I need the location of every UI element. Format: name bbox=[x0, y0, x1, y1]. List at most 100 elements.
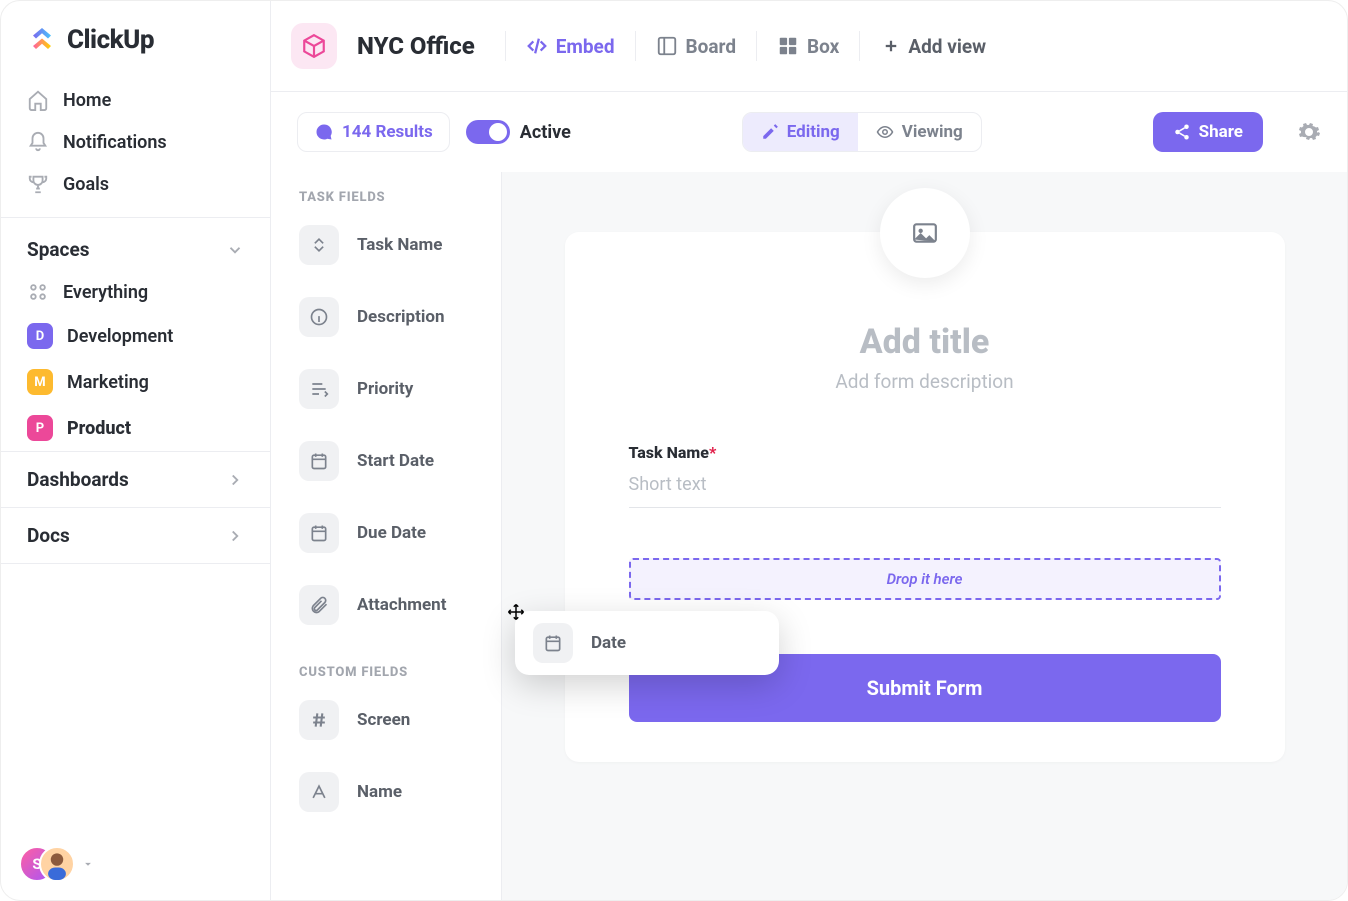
dragging-field-chip[interactable]: Date bbox=[515, 611, 779, 675]
space-badge: M bbox=[27, 369, 53, 395]
space-development[interactable]: D Development bbox=[13, 313, 258, 359]
mode-viewing-label: Viewing bbox=[902, 122, 963, 142]
pencil-icon bbox=[761, 123, 779, 141]
active-toggle[interactable]: Active bbox=[466, 120, 571, 144]
nav-dashboards[interactable]: Dashboards bbox=[1, 451, 270, 507]
field-start-date[interactable]: Start Date bbox=[295, 433, 493, 505]
field-label: Priority bbox=[357, 379, 413, 399]
brand[interactable]: ClickUp bbox=[1, 1, 270, 73]
info-icon bbox=[309, 307, 329, 327]
chevron-right-icon bbox=[226, 527, 244, 545]
space-marketing[interactable]: M Marketing bbox=[13, 359, 258, 405]
chat-icon bbox=[314, 122, 334, 142]
mode-editing-label: Editing bbox=[787, 122, 840, 142]
space-everything[interactable]: Everything bbox=[13, 271, 258, 313]
field-label: Name bbox=[357, 782, 402, 802]
task-fields-title: TASK FIELDS bbox=[295, 184, 493, 217]
field-name[interactable]: Name bbox=[295, 764, 493, 836]
results-button[interactable]: 144 Results bbox=[297, 112, 450, 152]
spaces-label: Spaces bbox=[27, 238, 89, 261]
view-embed-label: Embed bbox=[556, 35, 615, 58]
toolbar: 144 Results Active Editing Viewing Share bbox=[271, 92, 1347, 172]
field-priority[interactable]: Priority bbox=[295, 361, 493, 433]
active-label: Active bbox=[520, 122, 571, 143]
text-icon bbox=[309, 782, 329, 802]
brand-name: ClickUp bbox=[67, 25, 154, 55]
clickup-logo-icon bbox=[27, 25, 57, 55]
gear-icon[interactable] bbox=[1297, 120, 1321, 144]
field-label: Attachment bbox=[357, 595, 446, 615]
form-description-input[interactable]: Add form description bbox=[629, 370, 1221, 393]
board-icon bbox=[656, 35, 678, 57]
caret-down-icon bbox=[81, 857, 95, 871]
form-card: Add title Add form description Task Name… bbox=[565, 232, 1285, 762]
image-icon bbox=[910, 220, 940, 246]
home-icon bbox=[27, 89, 49, 111]
field-description[interactable]: Description bbox=[295, 289, 493, 361]
field-label: Start Date bbox=[357, 451, 434, 471]
nav-home-label: Home bbox=[63, 90, 111, 111]
page-title: NYC Office bbox=[357, 32, 475, 60]
space-badge: P bbox=[27, 415, 53, 441]
view-board[interactable]: Board bbox=[654, 33, 739, 60]
form-canvas: Add title Add form description Task Name… bbox=[501, 172, 1347, 900]
user-menu[interactable]: S bbox=[1, 828, 270, 900]
share-label: Share bbox=[1199, 122, 1243, 142]
field-due-date[interactable]: Due Date bbox=[295, 505, 493, 577]
space-everything-label: Everything bbox=[63, 282, 148, 303]
embed-icon bbox=[526, 35, 548, 57]
field-screen[interactable]: Screen bbox=[295, 692, 493, 764]
space-label: Marketing bbox=[67, 372, 149, 393]
nav-notifications[interactable]: Notifications bbox=[13, 121, 258, 163]
mode-editing[interactable]: Editing bbox=[743, 113, 858, 151]
form-image-button[interactable] bbox=[880, 188, 970, 278]
space-badge: D bbox=[27, 323, 53, 349]
nav-goals-label: Goals bbox=[63, 174, 109, 195]
paperclip-icon bbox=[309, 595, 329, 615]
space-product[interactable]: P Product bbox=[13, 405, 258, 451]
main: NYC Office Embed Board Box Add view bbox=[271, 1, 1347, 900]
hash-icon bbox=[309, 710, 329, 730]
space-label: Product bbox=[67, 418, 131, 439]
priority-icon bbox=[309, 379, 329, 399]
form-field-label: Task Name* bbox=[629, 443, 1221, 462]
add-view-label: Add view bbox=[908, 35, 986, 58]
avatar bbox=[39, 846, 75, 882]
top-bar: NYC Office Embed Board Box Add view bbox=[271, 1, 1347, 92]
calendar-icon bbox=[309, 523, 329, 543]
box-icon bbox=[777, 35, 799, 57]
calendar-icon bbox=[309, 451, 329, 471]
form-title-input[interactable]: Add title bbox=[629, 322, 1221, 362]
view-embed[interactable]: Embed bbox=[524, 33, 617, 60]
nav-dashboards-label: Dashboards bbox=[27, 468, 129, 491]
mode-viewing[interactable]: Viewing bbox=[858, 113, 981, 151]
everything-icon bbox=[27, 281, 49, 303]
field-label: Description bbox=[357, 307, 444, 327]
eye-icon bbox=[876, 123, 894, 141]
fields-panel: TASK FIELDS Task Name Description Priori… bbox=[271, 172, 501, 900]
form-field-input[interactable]: Short text bbox=[629, 462, 1221, 508]
add-view-button[interactable]: Add view bbox=[882, 35, 986, 58]
nav-home[interactable]: Home bbox=[13, 79, 258, 121]
nav-notifications-label: Notifications bbox=[63, 132, 167, 153]
dragging-field-label: Date bbox=[591, 633, 626, 653]
drop-zone[interactable]: Drop it here bbox=[629, 558, 1221, 600]
switch-icon bbox=[466, 120, 510, 144]
view-box[interactable]: Box bbox=[775, 33, 841, 60]
share-button[interactable]: Share bbox=[1153, 112, 1263, 152]
sidebar: ClickUp Home Notifications Goals Spaces bbox=[1, 1, 271, 900]
calendar-icon bbox=[543, 633, 563, 653]
space-label: Development bbox=[67, 326, 173, 347]
nav-goals[interactable]: Goals bbox=[13, 163, 258, 205]
field-attachment[interactable]: Attachment bbox=[295, 577, 493, 649]
nav-docs-label: Docs bbox=[27, 524, 70, 547]
move-icon bbox=[507, 603, 525, 621]
trophy-icon bbox=[27, 173, 49, 195]
nav-docs[interactable]: Docs bbox=[1, 507, 270, 564]
space-icon[interactable] bbox=[291, 23, 337, 69]
field-label: Screen bbox=[357, 710, 410, 730]
chevron-right-icon bbox=[226, 471, 244, 489]
spaces-header[interactable]: Spaces bbox=[1, 224, 270, 271]
field-task-name[interactable]: Task Name bbox=[295, 217, 493, 289]
share-icon bbox=[1173, 123, 1191, 141]
